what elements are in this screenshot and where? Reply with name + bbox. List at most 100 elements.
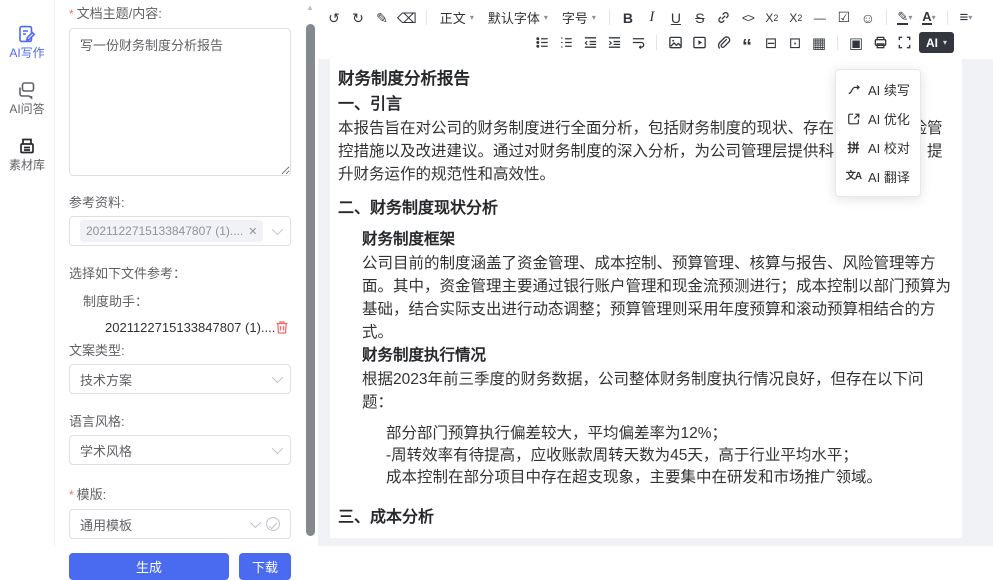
insert-table-button[interactable]: ▦ bbox=[807, 32, 831, 54]
redo-button[interactable]: ↻ bbox=[346, 7, 370, 29]
ai-tools-button[interactable]: AI▾ bbox=[919, 32, 954, 53]
font-family-dropdown[interactable]: 默认字体▾ bbox=[481, 7, 555, 29]
delete-file-button[interactable] bbox=[275, 320, 289, 335]
menu-item-ai-optimize[interactable]: AI 优化 bbox=[836, 104, 920, 133]
app-window: AI写作 AI问答 素材库 *文档主题/内容: 写一 bbox=[0, 0, 993, 546]
subscript-button[interactable]: X2 bbox=[760, 7, 784, 29]
horizontal-rule-button[interactable]: — bbox=[808, 7, 832, 29]
required-asterisk: * bbox=[69, 7, 74, 21]
topic-textarea[interactable]: 写一份财务制度分析报告 bbox=[69, 28, 291, 176]
font-color-button[interactable]: A▾ bbox=[917, 7, 941, 29]
font-size-dropdown[interactable]: 字号▾ bbox=[555, 7, 603, 29]
clear-format-button[interactable]: ⌫ bbox=[394, 7, 420, 29]
writing-form-panel: *文档主题/内容: 写一份财务制度分析报告 参考资料: 202112271513… bbox=[55, 0, 303, 546]
language-style-select[interactable]: 学术风格 bbox=[69, 435, 291, 465]
nav-item-ai-writing[interactable]: AI写作 bbox=[9, 24, 44, 60]
list-item: -周转效率有待提高，应收账款周转天数为45天，高于行业平均水平； bbox=[386, 445, 952, 467]
attachment-button[interactable] bbox=[711, 32, 735, 54]
topic-label: *文档主题/内容: bbox=[69, 6, 291, 22]
numbered-list-button[interactable] bbox=[554, 32, 578, 54]
menu-item-ai-continue[interactable]: AI 续写 bbox=[836, 75, 920, 104]
image-icon bbox=[668, 35, 683, 50]
generate-button[interactable]: 生成 bbox=[69, 553, 229, 580]
list-item: 部分部门预算执行偏差较大，平均偏差率为12%； bbox=[386, 423, 952, 445]
panel-scrollbar: ▲ bbox=[303, 0, 318, 546]
doc-heading-cost: 三、成本分析 bbox=[338, 505, 952, 530]
print-button[interactable] bbox=[868, 32, 892, 54]
toolbar-divider bbox=[837, 35, 838, 50]
printer-icon bbox=[873, 35, 888, 50]
underline-button[interactable]: U bbox=[664, 7, 688, 29]
fullscreen-icon bbox=[897, 35, 912, 50]
emoji-button[interactable]: ☺ bbox=[856, 7, 880, 29]
continue-writing-icon bbox=[846, 83, 861, 97]
template-label: *模版: bbox=[69, 487, 291, 503]
nav-label: 素材库 bbox=[9, 159, 45, 172]
menu-item-ai-translate[interactable]: 文A AI 翻译 bbox=[836, 162, 920, 191]
bold-button[interactable]: B bbox=[616, 7, 640, 29]
chevron-down-icon bbox=[272, 224, 283, 235]
highlight-color-button[interactable]: ✎▾ bbox=[893, 7, 917, 29]
insert-video-button[interactable] bbox=[687, 32, 711, 54]
embed-frame-button[interactable]: ▣ bbox=[844, 32, 868, 54]
code-button[interactable]: <> bbox=[736, 7, 760, 29]
annotation-block-button[interactable]: ⊡ bbox=[783, 32, 807, 54]
reference-label: 参考资料: bbox=[69, 195, 291, 210]
line-break-button[interactable] bbox=[626, 32, 650, 54]
tag-close-icon[interactable]: ✕ bbox=[248, 225, 257, 238]
paragraph-style-dropdown[interactable]: 正文▾ bbox=[433, 7, 481, 29]
toolbar-row-2: “ ⊟ ⊡ ▦ ▣ AI▾ bbox=[322, 31, 989, 54]
chevron-down-icon bbox=[272, 372, 283, 383]
insert-image-button[interactable] bbox=[663, 32, 687, 54]
nav-item-material-library[interactable]: 素材库 bbox=[9, 136, 45, 172]
outdent-icon bbox=[583, 35, 598, 50]
menu-item-ai-proofread[interactable]: 拼 AI 校对 bbox=[836, 133, 920, 162]
reference-file-name: 2021122715133847807 (1).... bbox=[105, 320, 275, 335]
caret-down-icon: ▾ bbox=[932, 13, 936, 22]
doc-paragraph-framework: 公司目前的制度涵盖了资金管理、成本控制、预算管理、核算与报告、风险管理等方面。其… bbox=[362, 252, 952, 344]
editor-canvas: 财务制度分析报告 一、引言 本报告旨在对公司的财务制度进行全面分析，包括财务制度… bbox=[318, 59, 993, 546]
ai-writing-icon bbox=[17, 24, 37, 44]
chevron-down-icon bbox=[250, 517, 261, 528]
align-dropdown-button[interactable]: ≡▾ bbox=[954, 7, 978, 29]
caret-down-icon: ▾ bbox=[592, 13, 596, 22]
caret-down-icon: ▾ bbox=[968, 13, 972, 22]
link-button[interactable] bbox=[712, 7, 736, 29]
doc-paragraph-execution: 根据2023年前三季度的财务数据，公司整体财务制度执行情况良好，但存在以下问题： bbox=[362, 368, 952, 414]
nav-item-ai-qa[interactable]: AI问答 bbox=[9, 80, 44, 116]
task-checkbox-button[interactable]: ☑ bbox=[832, 7, 856, 29]
superscript-button[interactable]: X2 bbox=[784, 7, 808, 29]
numbered-list-icon bbox=[559, 35, 574, 50]
italic-button[interactable]: I bbox=[640, 7, 664, 29]
format-painter-button[interactable]: ✎ bbox=[370, 7, 394, 29]
required-asterisk: * bbox=[69, 488, 74, 502]
code-block-button[interactable]: ⊟ bbox=[759, 32, 783, 54]
download-button[interactable]: 下载 bbox=[239, 553, 291, 580]
fullscreen-button[interactable] bbox=[892, 32, 916, 54]
template-select[interactable]: 通用模板 bbox=[69, 509, 291, 539]
outdent-button[interactable] bbox=[578, 32, 602, 54]
reference-select[interactable]: 2021122715133847807 (1).... ✕ bbox=[69, 216, 291, 246]
editor-area: ↺ ↻ ✎ ⌫ 正文▾ 默认字体▾ 字号▾ B I U S bbox=[318, 0, 993, 546]
indent-button[interactable] bbox=[602, 32, 626, 54]
reference-file-row: 2021122715133847807 (1).... bbox=[105, 320, 291, 335]
toolbar-divider bbox=[426, 10, 427, 25]
editor-toolbar: ↺ ↻ ✎ ⌫ 正文▾ 默认字体▾ 字号▾ B I U S bbox=[318, 0, 993, 59]
doc-heading-status: 二、财务制度现状分析 bbox=[338, 196, 952, 221]
strikethrough-button[interactable]: S bbox=[688, 7, 712, 29]
blockquote-button[interactable]: “ bbox=[735, 32, 759, 54]
scroll-up-arrow[interactable]: ▲ bbox=[306, 3, 314, 12]
material-library-icon bbox=[17, 136, 37, 156]
scrollbar-thumb[interactable] bbox=[306, 24, 315, 536]
ai-tools-menu: AI 续写 AI 优化 拼 AI 校对 文A bbox=[835, 69, 921, 197]
file-group-label: 制度助手： bbox=[83, 291, 291, 310]
caret-down-icon: ▾ bbox=[470, 13, 474, 22]
bullet-list-button[interactable] bbox=[530, 32, 554, 54]
copy-type-select[interactable]: 技术方案 bbox=[69, 364, 291, 394]
undo-button[interactable]: ↺ bbox=[322, 7, 346, 29]
toolbar-row-1: ↺ ↻ ✎ ⌫ 正文▾ 默认字体▾ 字号▾ B I U S bbox=[322, 6, 989, 29]
indent-icon bbox=[607, 35, 622, 50]
copy-type-label: 文案类型: bbox=[69, 343, 291, 358]
nav-rail: AI写作 AI问答 素材库 bbox=[0, 0, 55, 546]
chevron-down-icon bbox=[272, 443, 283, 454]
